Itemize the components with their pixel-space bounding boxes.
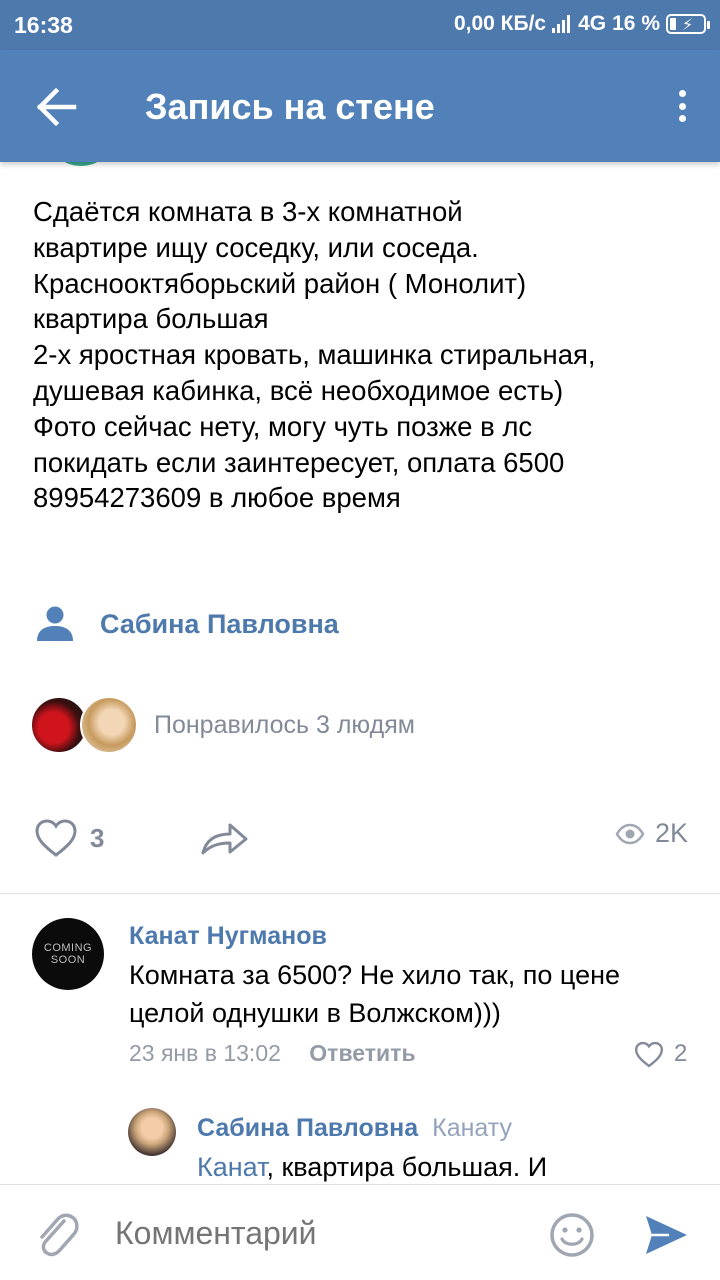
comment-author[interactable]: Канат Нугманов [129, 922, 327, 951]
comment-like-button[interactable]: 2 [634, 1040, 687, 1068]
share-icon [201, 823, 248, 855]
comment-text-rest: , квартира большая. И [266, 1152, 548, 1182]
views-count: 2K [654, 818, 688, 848]
status-bar: 16:38 0,00 КБ/с 4G 16 % ⚡ [0, 0, 720, 50]
mention-link[interactable]: Канат [197, 1152, 266, 1182]
like-button[interactable]: 3 [34, 818, 104, 858]
paperclip-icon [40, 1213, 79, 1257]
comment-text: Комната за 6500? Не хило так, по цене це… [129, 960, 621, 1028]
avatar-logo-text: COMING SOON [43, 942, 93, 966]
post-text: Сдаётся комната в 3-х комнатной квартире… [33, 196, 596, 514]
reply-to-label[interactable]: Канату [432, 1114, 512, 1142]
like-count: 3 [90, 822, 105, 853]
send-button[interactable] [643, 1212, 689, 1263]
commenter-avatar[interactable]: COMING SOON [32, 918, 104, 990]
reply-button[interactable]: Ответить [309, 1040, 415, 1066]
status-indicators: 0,00 КБ/с 4G 16 % ⚡ [448, 12, 710, 36]
heart-icon [634, 1041, 664, 1067]
likes-summary[interactable]: Понравилось 3 людям [30, 696, 415, 754]
page-title: Запись на стене [145, 86, 435, 127]
comment-meta: 23 янв в 13:02 Ответить [129, 1040, 416, 1067]
smile-icon [550, 1213, 594, 1257]
comment-text: Канат, квартира большая. И [197, 1148, 697, 1186]
battery-percent: 16 % [612, 12, 660, 35]
signal-icon [552, 15, 572, 33]
battery-charging-icon: ⚡ [666, 14, 710, 34]
likes-text[interactable]: Понравилось 3 людям [154, 711, 415, 740]
send-icon [646, 1216, 687, 1254]
back-button[interactable] [30, 82, 86, 132]
commenter-avatar[interactable] [128, 1108, 176, 1156]
network-speed: 0,00 КБ/с [453, 12, 547, 35]
network-type: 4G [578, 12, 607, 35]
user-icon [37, 606, 73, 641]
post-actions: 3 2K [34, 818, 694, 858]
comment-author-name[interactable]: Сабина Павловна [197, 1114, 418, 1142]
liker-avatar[interactable] [80, 696, 138, 754]
views-counter: 2K [615, 818, 688, 849]
comment-input[interactable] [115, 1215, 515, 1252]
arrow-left-icon [36, 87, 77, 127]
emoji-button[interactable] [549, 1212, 595, 1263]
post-signature-name[interactable]: Сабина Павловна [100, 609, 339, 640]
comment-date: 23 янв в 13:02 [129, 1040, 281, 1066]
more-menu-button[interactable] [672, 86, 692, 126]
divider [0, 893, 720, 894]
post-signature[interactable]: Сабина Павловна [36, 606, 339, 642]
comment-composer [0, 1184, 720, 1280]
comment-author: Сабина Павловна Канату [197, 1114, 512, 1143]
more-vertical-icon [678, 90, 686, 97]
app-toolbar: Запись на стене [0, 50, 720, 162]
attach-button[interactable] [34, 1209, 80, 1264]
eye-icon [615, 823, 645, 844]
status-time: 16:38 [14, 12, 73, 38]
share-button[interactable] [200, 820, 250, 861]
comment-like-count: 2 [674, 1040, 688, 1067]
heart-icon [35, 819, 77, 857]
